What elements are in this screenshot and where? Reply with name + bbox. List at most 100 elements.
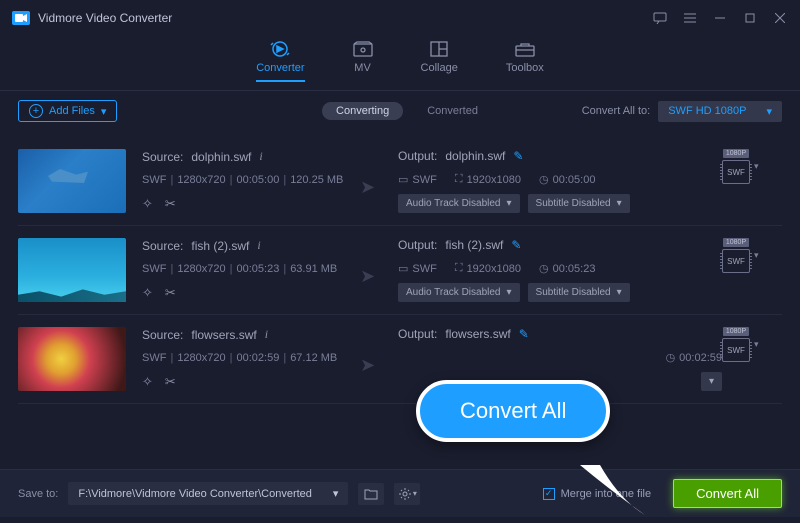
output-name: flowsers.swf bbox=[445, 327, 510, 341]
source-name: dolphin.swf bbox=[191, 150, 251, 164]
effects-icon[interactable]: ✧ bbox=[142, 196, 153, 212]
collage-icon bbox=[429, 40, 449, 58]
subtitle-select[interactable]: Subtitle Disabled▾ bbox=[528, 194, 630, 213]
source-name: fish (2).swf bbox=[191, 239, 249, 253]
thumbnail[interactable] bbox=[18, 238, 126, 302]
chevron-down-icon: ▾ bbox=[617, 198, 622, 209]
output-label: Output: bbox=[398, 327, 437, 341]
tab-label: Converter bbox=[256, 62, 304, 74]
converting-tab[interactable]: Converting bbox=[322, 102, 403, 120]
list-item: Source: fish (2).swf i SWF|1280x720|00:0… bbox=[18, 226, 782, 315]
tab-label: Toolbox bbox=[506, 62, 544, 74]
source-meta: SWF|1280x720|00:02:59|67.12 MB bbox=[142, 352, 352, 364]
chevron-down-icon[interactable]: ▾ bbox=[754, 250, 759, 261]
chevron-down-icon: ▾ bbox=[333, 487, 339, 500]
out-format: ▭SWF bbox=[398, 173, 437, 186]
out-format: ▭SWF bbox=[398, 262, 437, 275]
save-to-label: Save to: bbox=[18, 488, 58, 500]
out-duration: ◷00:02:59 bbox=[666, 351, 722, 364]
add-files-label: Add Files bbox=[49, 105, 95, 117]
tab-label: Collage bbox=[421, 62, 458, 74]
source-label: Source: bbox=[142, 150, 183, 164]
subtitle-select[interactable]: ▾ bbox=[701, 372, 722, 391]
merge-label: Merge into one file bbox=[561, 488, 652, 500]
minimize-icon[interactable] bbox=[712, 10, 728, 26]
source-meta: SWF|1280x720|00:05:23|63.91 MB bbox=[142, 263, 352, 275]
edit-icon[interactable]: ✎ bbox=[513, 149, 523, 163]
thumbnail[interactable] bbox=[18, 149, 126, 213]
arrow-icon: ➤ bbox=[360, 266, 390, 287]
save-path-select[interactable]: F:\Vidmore\Vidmore Video Converter\Conve… bbox=[68, 482, 348, 505]
chevron-down-icon: ▾ bbox=[101, 105, 107, 118]
effects-icon[interactable]: ✧ bbox=[142, 285, 153, 301]
tab-label: MV bbox=[354, 62, 371, 74]
source-meta: SWF|1280x720|00:05:00|120.25 MB bbox=[142, 174, 352, 186]
convert-all-to-label: Convert All to: bbox=[582, 105, 650, 117]
trim-icon[interactable]: ✂ bbox=[165, 196, 176, 212]
trim-icon[interactable]: ✂ bbox=[165, 285, 176, 301]
tab-mv[interactable]: MV bbox=[353, 40, 373, 82]
main-tabs: Converter MV Collage Toolbox bbox=[0, 36, 800, 91]
out-duration: ◷00:05:00 bbox=[539, 173, 595, 186]
effects-icon[interactable]: ✧ bbox=[142, 374, 153, 390]
open-folder-button[interactable] bbox=[358, 483, 384, 505]
thumbnail[interactable] bbox=[18, 327, 126, 391]
tab-toolbox[interactable]: Toolbox bbox=[506, 40, 544, 82]
arrow-icon: ➤ bbox=[360, 177, 390, 198]
maximize-icon[interactable] bbox=[742, 10, 758, 26]
settings-button[interactable]: ▾ bbox=[394, 483, 420, 505]
tab-converter[interactable]: Converter bbox=[256, 40, 304, 82]
output-format-badge[interactable]: 1080P SWF bbox=[722, 327, 750, 362]
list-item: Source: flowsers.swf i SWF|1280x720|00:0… bbox=[18, 315, 782, 404]
arrow-icon: ➤ bbox=[360, 355, 390, 376]
checkbox-icon: ✓ bbox=[543, 488, 555, 500]
chevron-down-icon: ▾ bbox=[507, 287, 512, 298]
source-label: Source: bbox=[142, 239, 183, 253]
output-format-select[interactable]: SWF HD 1080P ▾ bbox=[658, 101, 782, 122]
info-icon[interactable]: i bbox=[259, 149, 262, 164]
audio-track-select[interactable]: Audio Track Disabled▾ bbox=[398, 283, 520, 302]
footer: Save to: F:\Vidmore\Vidmore Video Conver… bbox=[0, 469, 800, 517]
app-logo bbox=[12, 11, 30, 25]
out-resolution: ⛶1920x1080 bbox=[455, 262, 521, 275]
save-path-value: F:\Vidmore\Vidmore Video Converter\Conve… bbox=[78, 488, 312, 500]
output-name: dolphin.swf bbox=[445, 149, 505, 163]
feedback-icon[interactable] bbox=[652, 10, 668, 26]
chevron-down-icon: ▾ bbox=[709, 376, 714, 387]
chevron-down-icon[interactable]: ▾ bbox=[754, 161, 759, 172]
audio-track-select[interactable]: Audio Track Disabled▾ bbox=[398, 194, 520, 213]
output-format-badge[interactable]: 1080P SWF bbox=[722, 149, 750, 184]
toolbox-icon bbox=[515, 40, 535, 58]
plus-icon: + bbox=[29, 104, 43, 118]
out-duration: ◷00:05:23 bbox=[539, 262, 595, 275]
trim-icon[interactable]: ✂ bbox=[165, 374, 176, 390]
add-files-button[interactable]: + Add Files ▾ bbox=[18, 100, 117, 122]
edit-icon[interactable]: ✎ bbox=[511, 238, 521, 252]
convert-all-button[interactable]: Convert All bbox=[673, 479, 782, 508]
converter-icon bbox=[270, 40, 290, 58]
menu-icon[interactable] bbox=[682, 10, 698, 26]
chevron-down-icon: ▾ bbox=[617, 287, 622, 298]
list-item: Source: dolphin.swf i SWF|1280x720|00:05… bbox=[18, 137, 782, 226]
file-list: Source: dolphin.swf i SWF|1280x720|00:05… bbox=[0, 131, 800, 491]
converted-tab[interactable]: Converted bbox=[427, 105, 478, 117]
format-value: SWF HD 1080P bbox=[668, 105, 746, 117]
source-name: flowsers.swf bbox=[191, 328, 256, 342]
info-icon[interactable]: i bbox=[257, 238, 260, 253]
output-format-badge[interactable]: 1080P SWF bbox=[722, 238, 750, 273]
output-label: Output: bbox=[398, 149, 437, 163]
source-label: Source: bbox=[142, 328, 183, 342]
app-title: Vidmore Video Converter bbox=[38, 11, 652, 25]
chevron-down-icon[interactable]: ▾ bbox=[754, 339, 759, 350]
tab-collage[interactable]: Collage bbox=[421, 40, 458, 82]
titlebar: Vidmore Video Converter bbox=[0, 0, 800, 36]
subtitle-select[interactable]: Subtitle Disabled▾ bbox=[528, 283, 630, 302]
merge-checkbox[interactable]: ✓ Merge into one file bbox=[543, 488, 652, 500]
out-resolution: ⛶1920x1080 bbox=[455, 173, 521, 186]
chevron-down-icon: ▾ bbox=[766, 105, 772, 118]
close-icon[interactable] bbox=[772, 10, 788, 26]
output-label: Output: bbox=[398, 238, 437, 252]
edit-icon[interactable]: ✎ bbox=[519, 327, 529, 341]
output-name: fish (2).swf bbox=[445, 238, 503, 252]
info-icon[interactable]: i bbox=[265, 327, 268, 342]
